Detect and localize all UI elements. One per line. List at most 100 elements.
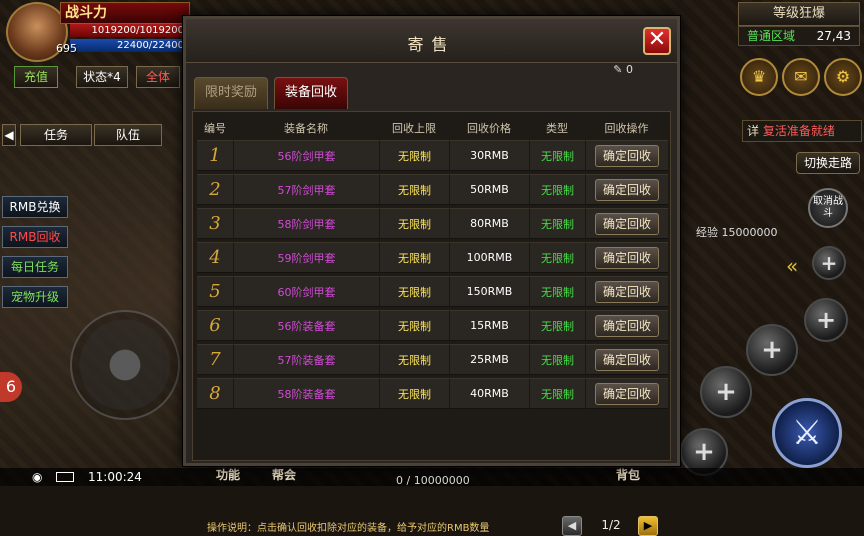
recycle-limit: 无限制	[379, 174, 449, 205]
gear-icon[interactable]: ⚙	[824, 58, 862, 96]
equipment-name: 60阶剑甲套	[233, 276, 379, 307]
switch-walk-button[interactable]: 切换走路	[796, 152, 860, 174]
equipment-name: 57阶装备套	[233, 344, 379, 375]
collapse-arrow-icon[interactable]: ◀	[2, 124, 16, 146]
region-name: 普通区域	[747, 29, 796, 43]
equipment-name: 56阶装备套	[233, 310, 379, 341]
sword-attack-icon[interactable]: ⚔	[772, 398, 842, 468]
equipment-name: 56阶剑甲套	[233, 140, 379, 171]
trophy-icon[interactable]: ♛	[740, 58, 778, 96]
status-button[interactable]: 状态*4	[76, 66, 128, 88]
page-indicator: 1/2	[601, 518, 621, 532]
recycle-price: 50RMB	[449, 174, 529, 205]
skill-slot-plus-icon[interactable]: +	[804, 298, 848, 342]
item-type: 无限制	[529, 140, 585, 171]
recycle-limit: 无限制	[379, 242, 449, 273]
col-header: 类型	[546, 122, 568, 135]
table-row: 8 58阶装备套 无限制 40RMB 无限制 确定回收	[197, 378, 668, 409]
skill-slot-plus-icon[interactable]: +	[700, 366, 752, 418]
player-level: 695	[56, 42, 77, 55]
next-page-icon[interactable]: ▶	[638, 516, 658, 536]
tab-equipment-recycle[interactable]: 装备回收	[274, 77, 348, 109]
recycle-price: 100RMB	[449, 242, 529, 273]
tab-limited-reward[interactable]: 限时奖励	[194, 77, 268, 109]
item-type: 无限制	[529, 242, 585, 273]
wifi-icon: ◉	[32, 470, 43, 484]
recycle-action-cell: 确定回收	[585, 140, 668, 171]
confirm-recycle-button[interactable]: 确定回收	[595, 212, 659, 235]
item-count-value: 0	[626, 63, 633, 76]
recycle-price: 40RMB	[449, 378, 529, 409]
coordinates: 27,43	[816, 29, 851, 43]
rmb-exchange-button[interactable]: RMB兑换	[2, 196, 68, 218]
confirm-recycle-button[interactable]: 确定回收	[595, 280, 659, 303]
row-index: 5	[197, 276, 233, 307]
close-icon[interactable]: ✕	[643, 27, 671, 55]
item-type: 无限制	[529, 208, 585, 239]
exp-progress-text: 0 / 10000000	[396, 474, 470, 487]
recycle-action-cell: 确定回收	[585, 310, 668, 341]
recycle-limit: 无限制	[379, 140, 449, 171]
col-header: 回收价格	[467, 122, 511, 135]
recycle-limit: 无限制	[379, 344, 449, 375]
confirm-recycle-button[interactable]: 确定回收	[595, 348, 659, 371]
table-row: 2 57阶剑甲套 无限制 50RMB 无限制 确定回收	[197, 174, 668, 205]
mail-icon[interactable]: ✉	[782, 58, 820, 96]
hp-bar: 1019200/1019200	[70, 24, 188, 37]
battery-icon	[56, 472, 74, 482]
table-row: 5 60阶剑甲套 无限制 150RMB 无限制 确定回收	[197, 276, 668, 307]
skill-slot-plus-icon[interactable]: +	[746, 324, 798, 376]
prev-page-icon[interactable]: ◀	[562, 516, 582, 536]
skill-slot-plus-icon[interactable]: +	[812, 246, 846, 280]
recycle-action-cell: 确定回收	[585, 174, 668, 205]
func-button[interactable]: 功能	[216, 466, 240, 483]
confirm-recycle-button[interactable]: 确定回收	[595, 144, 659, 167]
item-type: 无限制	[529, 378, 585, 409]
col-header: 编号	[204, 122, 226, 135]
table-row: 1 56阶剑甲套 无限制 30RMB 无限制 确定回收	[197, 140, 668, 171]
recycle-limit: 无限制	[379, 310, 449, 341]
team-tab[interactable]: 队伍	[94, 124, 162, 146]
recycle-action-cell: 确定回收	[585, 378, 668, 409]
recycle-limit: 无限制	[379, 276, 449, 307]
recycle-panel: 编号 装备名称 回收上限 回收价格 类型 回收操作 1 56阶剑甲套 无限制 30RM…	[192, 111, 671, 536]
revive-ready-text: 复活准备就绪	[762, 124, 835, 138]
recycle-action-cell: 确定回收	[585, 208, 668, 239]
col-header: 回收上限	[392, 122, 436, 135]
recycle-price: 30RMB	[449, 140, 529, 171]
bag-button[interactable]: 背包	[616, 466, 640, 483]
equipment-name: 59阶剑甲套	[233, 242, 379, 273]
row-index: 3	[197, 208, 233, 239]
recycle-price: 25RMB	[449, 344, 529, 375]
rmb-recycle-button[interactable]: RMB回收	[2, 226, 68, 248]
table-row: 6 56阶装备套 无限制 15RMB 无限制 确定回收	[197, 310, 668, 341]
expand-arrow-icon[interactable]: «	[786, 254, 798, 278]
confirm-recycle-button[interactable]: 确定回收	[595, 382, 659, 405]
cancel-fight-button[interactable]: 取消战斗	[808, 188, 848, 228]
virtual-joystick[interactable]	[70, 310, 180, 420]
table-header-row: 编号 装备名称 回收上限 回收价格 类型 回收操作	[197, 119, 668, 137]
experience-label: 经验 15000000	[696, 226, 778, 239]
item-type: 无限制	[529, 276, 585, 307]
recharge-button[interactable]: 充值	[14, 66, 58, 88]
row-index: 1	[197, 140, 233, 171]
confirm-recycle-button[interactable]: 确定回收	[595, 314, 659, 337]
rank-title: 等级狂爆	[738, 2, 860, 26]
mp-bar: 22400/22400	[70, 39, 188, 52]
task-tab[interactable]: 任务	[20, 124, 92, 146]
recycle-price: 80RMB	[449, 208, 529, 239]
equipment-name: 58阶装备套	[233, 378, 379, 409]
player-name: 战斗力	[60, 2, 190, 24]
chat-all-button[interactable]: 全体	[136, 66, 180, 88]
guild-button[interactable]: 帮会	[272, 466, 296, 483]
item-count: ✎ 0	[613, 63, 633, 76]
daily-task-button[interactable]: 每日任务	[2, 256, 68, 278]
equipment-name: 57阶剑甲套	[233, 174, 379, 205]
item-type: 无限制	[529, 344, 585, 375]
region-info: 普通区域 27,43	[738, 26, 860, 46]
confirm-recycle-button[interactable]: 确定回收	[595, 246, 659, 269]
dialog-header: 寄售 ✕	[186, 19, 677, 63]
pet-upgrade-button[interactable]: 宠物升级	[2, 286, 68, 308]
confirm-recycle-button[interactable]: 确定回收	[595, 178, 659, 201]
revive-ready-label: 详 复活准备就绪	[742, 120, 862, 142]
